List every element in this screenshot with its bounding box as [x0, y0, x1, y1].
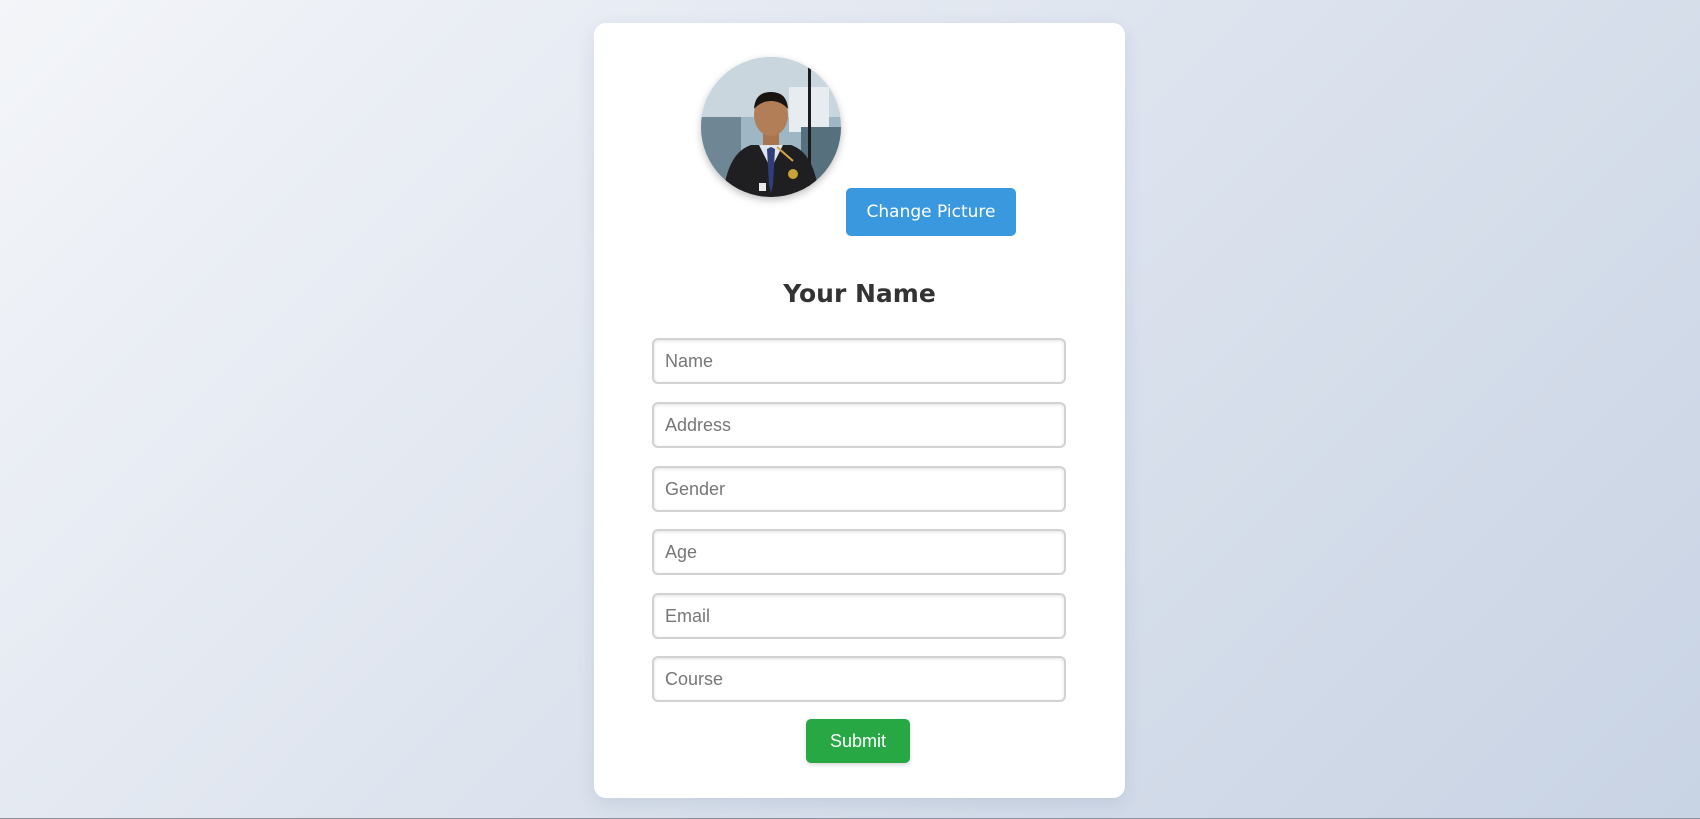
profile-photo	[701, 57, 841, 197]
change-picture-button[interactable]: Change Picture	[846, 188, 1016, 236]
profile-avatar	[701, 57, 841, 197]
submit-button[interactable]: Submit	[806, 719, 910, 763]
address-input[interactable]	[652, 402, 1066, 448]
age-input[interactable]	[652, 529, 1066, 575]
profile-card: Change Picture Your Name Submit	[594, 23, 1125, 798]
gender-input[interactable]	[652, 466, 1066, 512]
email-input[interactable]	[652, 593, 1066, 639]
name-input[interactable]	[652, 338, 1066, 384]
page-title: Your Name	[783, 279, 936, 308]
course-input[interactable]	[652, 656, 1066, 702]
